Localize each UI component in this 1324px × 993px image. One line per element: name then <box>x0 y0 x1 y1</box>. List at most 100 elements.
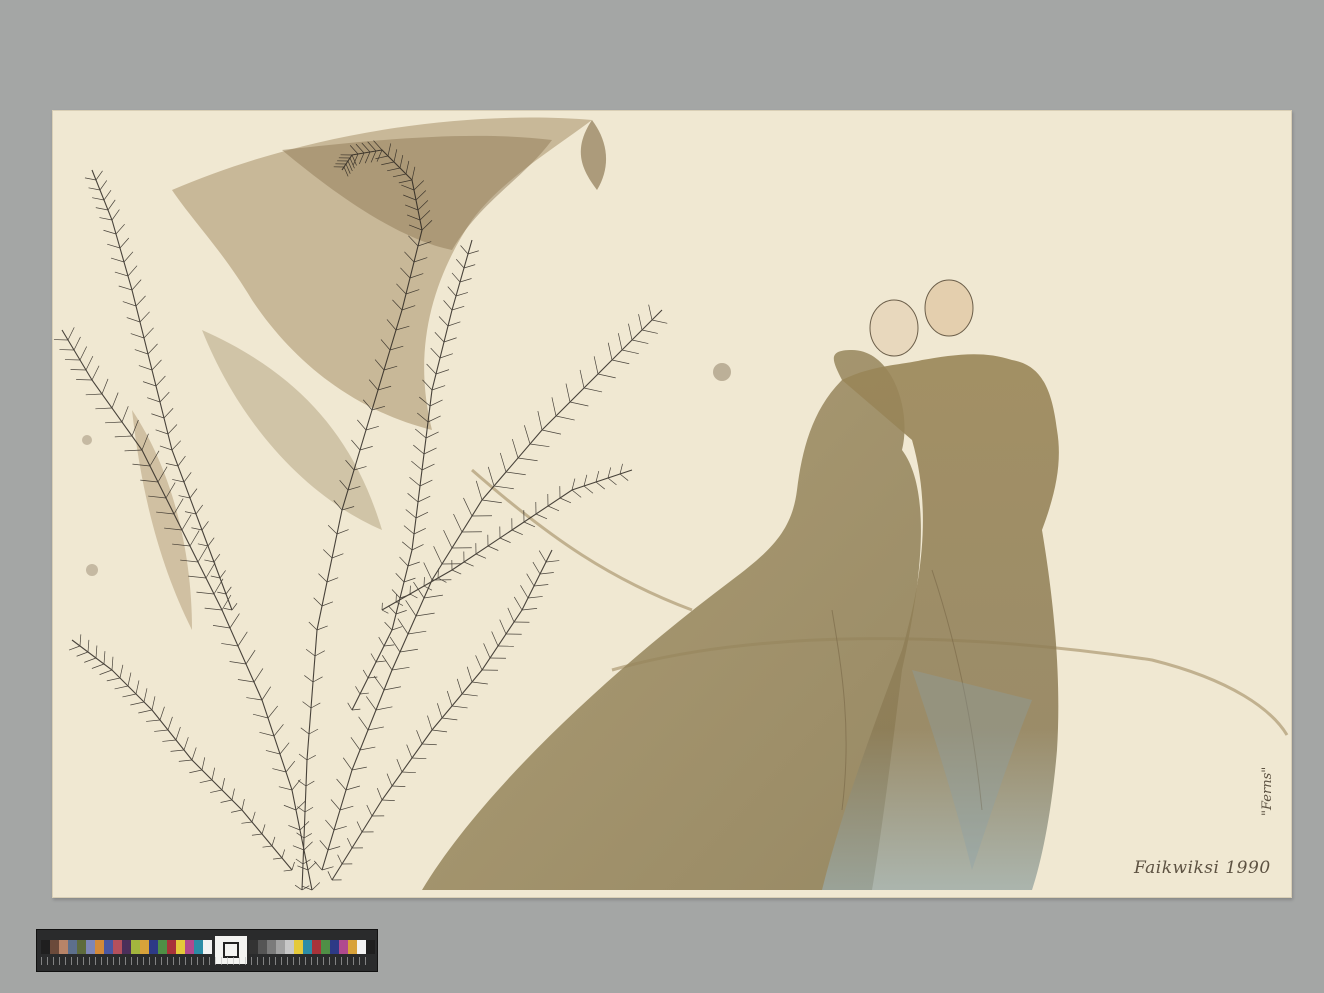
fern-leaflet <box>76 651 89 657</box>
fern-leaflet <box>413 528 426 535</box>
fern-leaflet <box>219 570 226 579</box>
title-inscription: "Ferns" <box>1260 766 1275 816</box>
fern-leaflet <box>67 327 75 341</box>
fern-leaflet <box>521 608 538 611</box>
fern-leaflet <box>155 375 166 387</box>
fern-leaflet <box>391 785 406 788</box>
fern-leaflet <box>641 329 658 334</box>
fern-leaflet <box>429 399 443 407</box>
fern-leaflet <box>425 431 439 439</box>
fern-leaflet <box>539 572 554 575</box>
fern-leaflet <box>188 575 207 579</box>
fern-leaflet <box>406 744 413 759</box>
fern-leaflet <box>583 485 594 494</box>
fern-leaflet <box>583 387 603 393</box>
fern-leaflet <box>431 385 446 391</box>
fern-leaflet <box>265 750 281 755</box>
fern-leaflet <box>456 258 465 269</box>
fern-leaflet <box>111 656 114 671</box>
fern-leaflet <box>384 621 393 631</box>
fern-leaflet <box>221 778 225 791</box>
fern-leaflet <box>261 824 266 835</box>
fern-leaflet <box>162 739 177 742</box>
fern-leaflet <box>321 601 334 607</box>
fern-leaflet <box>617 333 623 351</box>
fern-leaflet <box>376 787 383 801</box>
fern-leaflet <box>537 410 543 431</box>
fern-leaflet <box>481 499 502 504</box>
fern-leaflet <box>533 584 549 587</box>
fern-leaflet <box>318 573 328 583</box>
fern-leaflet <box>127 265 138 277</box>
fern-leaflet <box>555 415 575 421</box>
fern-leaflet <box>210 789 223 793</box>
fern-leaflet <box>251 833 263 836</box>
fern-leaflet <box>421 743 437 746</box>
fern-leaflet <box>181 514 192 531</box>
fern-leaflet <box>535 513 548 520</box>
color-patch <box>167 940 176 954</box>
fern-leaflet <box>171 440 182 451</box>
fern-leaflet <box>178 495 191 499</box>
fern-leaflet <box>308 621 318 631</box>
fern-leaflet <box>221 643 239 647</box>
fern-leaflet <box>111 392 119 409</box>
fern-leaflet <box>163 408 174 419</box>
fern-leaflet <box>142 381 157 387</box>
fern-leaflet <box>491 631 499 647</box>
fern-leaflet <box>391 626 403 631</box>
fern-leaflet <box>389 636 401 653</box>
fern-leaflet <box>483 643 491 659</box>
fern-leaflet <box>159 391 170 403</box>
fern-leaflet <box>638 314 643 331</box>
color-patch <box>258 940 267 954</box>
fern-leaflet <box>401 541 413 551</box>
color-patch <box>41 940 50 954</box>
fern-leaflet <box>431 729 448 733</box>
fern-leaflet <box>197 543 209 547</box>
fern-leaflet <box>285 760 296 773</box>
fern-leaflet <box>204 559 215 563</box>
fern-leaflet <box>571 489 582 498</box>
fern-leaflet <box>79 346 87 361</box>
color-patch <box>77 940 86 954</box>
fern-leaflet <box>135 680 140 695</box>
color-patch <box>149 940 158 954</box>
fern-leaflet <box>210 575 221 579</box>
color-patch <box>185 940 194 954</box>
fern-leaflet <box>396 758 403 773</box>
fern-leaflet <box>304 675 314 683</box>
fern-leaflet <box>413 581 425 599</box>
fern-leaflet <box>456 678 463 695</box>
fern-leaflet <box>446 690 453 707</box>
fern-leaflet <box>184 511 197 515</box>
fern-leaflet <box>319 840 329 851</box>
fern-leaflet <box>529 443 550 448</box>
fern-leaflet <box>106 677 121 682</box>
fern-leaflet <box>351 766 367 771</box>
fern-leaflet <box>121 406 129 423</box>
fern-leaflet <box>527 596 543 599</box>
fern-leaflet <box>159 445 173 451</box>
fern-leaflet <box>345 785 361 791</box>
fern-leaflet <box>651 319 668 324</box>
fern-leaflet <box>347 702 353 711</box>
fern-leaflet <box>331 553 344 559</box>
fern-leaflet <box>475 655 483 671</box>
color-patch <box>357 940 366 954</box>
fern-leaflet <box>84 177 97 181</box>
fern-leaflet <box>87 639 90 653</box>
fern-leaflet <box>151 696 156 711</box>
fern-leaflet <box>579 369 585 389</box>
fern-leaflet <box>237 631 248 647</box>
fern-leaflet <box>177 455 186 467</box>
fern-leaflet <box>183 472 192 483</box>
fern-leaflet <box>487 545 499 551</box>
fern-leaflet <box>375 660 386 663</box>
fern-leaflet <box>291 779 301 791</box>
fern-leaflet <box>407 493 419 503</box>
fern-leaflet <box>520 585 529 599</box>
fern-leaflet <box>271 836 276 847</box>
color-patch <box>50 940 59 954</box>
fern-leaflet <box>114 271 129 277</box>
